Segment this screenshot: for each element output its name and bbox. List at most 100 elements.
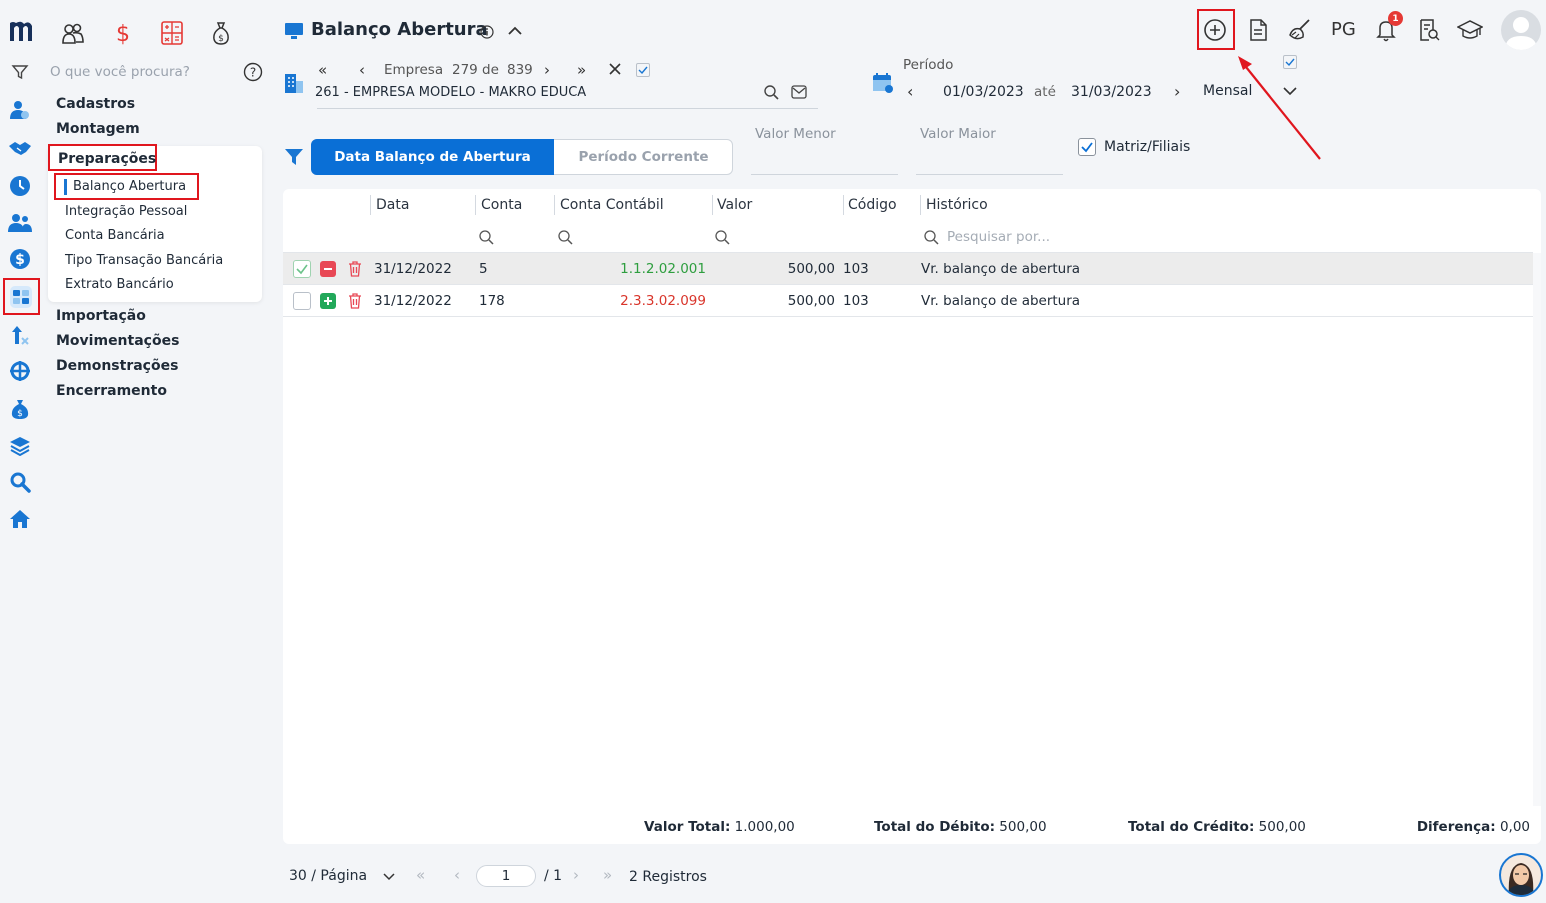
vertical-scrollbar[interactable]	[1533, 253, 1541, 806]
matriz-label[interactable]: Matriz/Filiais	[1104, 139, 1190, 155]
first-company-button[interactable]: «	[318, 61, 327, 79]
prev-company-button[interactable]: ‹	[359, 61, 365, 79]
debit-minus-icon[interactable]	[320, 261, 336, 277]
home-icon[interactable]	[8, 507, 32, 531]
help-icon[interactable]: ?	[243, 62, 263, 82]
column-header-valor[interactable]: Valor	[717, 197, 752, 213]
prev-page-button[interactable]: ‹	[454, 866, 460, 884]
menu-montagem[interactable]: Montagem	[56, 121, 140, 137]
trash-icon[interactable]	[348, 292, 362, 309]
close-icon[interactable]	[608, 62, 622, 76]
document-icon[interactable]	[1245, 17, 1271, 43]
chevron-up-icon[interactable]	[506, 24, 524, 38]
menu-importacao[interactable]: Importação	[56, 308, 146, 324]
menu-encerramento[interactable]: Encerramento	[56, 383, 167, 399]
trash-icon[interactable]	[348, 260, 362, 277]
filter-icon[interactable]	[284, 147, 304, 167]
cell-date: 31/12/2022	[374, 261, 452, 277]
row-checkbox[interactable]	[293, 260, 311, 278]
calendar-icon	[872, 72, 894, 94]
chevron-down-icon[interactable]	[1282, 86, 1298, 96]
submenu-item-integracao-pessoal[interactable]: Integração Pessoal	[65, 204, 187, 219]
max-value-input[interactable]	[916, 174, 1063, 175]
graduation-cap-icon[interactable]	[1457, 17, 1483, 43]
column-header-codigo[interactable]: Código	[848, 197, 897, 213]
next-period-button[interactable]: ›	[1174, 82, 1180, 101]
column-filter-valor-icon[interactable]	[714, 229, 730, 245]
submenu-item-extrato-bancario[interactable]: Extrato Bancário	[65, 277, 174, 292]
mail-icon[interactable]	[791, 85, 807, 99]
page-input[interactable]: 1	[476, 865, 536, 887]
assistant-avatar[interactable]	[1499, 853, 1543, 897]
column-filter-conta-contabil-icon[interactable]	[557, 229, 573, 245]
submenu-item-tipo-transacao[interactable]: Tipo Transação Bancária	[65, 253, 223, 268]
prev-period-button[interactable]: ‹	[907, 82, 913, 101]
search-icon[interactable]	[8, 470, 32, 494]
broom-icon[interactable]	[1287, 17, 1313, 43]
column-header-historico[interactable]: Histórico	[926, 197, 988, 213]
info-icon[interactable]	[480, 25, 494, 39]
chevron-down-icon[interactable]	[382, 872, 396, 882]
credit-plus-icon[interactable]	[320, 293, 336, 309]
matriz-checkbox[interactable]	[1078, 138, 1096, 156]
column-filter-conta-icon[interactable]	[478, 229, 494, 245]
column-header-conta[interactable]: Conta	[481, 197, 522, 213]
filter-icon[interactable]	[8, 60, 32, 84]
dollar-icon[interactable]: $	[113, 20, 133, 46]
table-row[interactable]: 31/12/2022 178 2.3.3.02.099 500,00 103 V…	[283, 285, 1533, 317]
layers-icon[interactable]	[8, 434, 32, 458]
min-value-input[interactable]	[751, 174, 898, 175]
page-total: / 1	[544, 868, 563, 884]
search-document-icon[interactable]	[1416, 17, 1442, 43]
period-checkbox[interactable]	[1283, 55, 1297, 69]
next-page-button[interactable]: ›	[573, 866, 579, 884]
submenu-item-balanco-abertura[interactable]: Balanço Abertura	[73, 179, 186, 194]
dollar-coin-icon[interactable]: $	[8, 247, 32, 271]
accounting-module-icon[interactable]	[9, 285, 33, 309]
calculator-icon[interactable]	[161, 21, 183, 45]
menu-movimentacoes[interactable]: Movimentações	[56, 333, 179, 349]
submenu-item-conta-bancaria[interactable]: Conta Bancária	[65, 228, 165, 243]
column-separator	[554, 195, 555, 215]
row-checkbox[interactable]	[293, 292, 311, 310]
handshake-icon[interactable]	[8, 136, 32, 160]
clock-icon[interactable]	[8, 174, 32, 198]
column-filter-historico-icon[interactable]	[923, 229, 939, 245]
globe-gear-icon[interactable]	[8, 359, 32, 383]
user-register-icon[interactable]	[8, 98, 32, 122]
menu-demonstracoes[interactable]: Demonstrações	[56, 358, 178, 374]
historico-search-input[interactable]: Pesquisar por...	[947, 229, 1050, 245]
people-icon[interactable]	[8, 211, 32, 235]
search-icon[interactable]	[763, 84, 779, 100]
next-company-button[interactable]: ›	[544, 61, 550, 79]
column-separator	[475, 195, 476, 215]
frequency-select[interactable]: Mensal	[1203, 83, 1252, 99]
app-logo[interactable]	[8, 20, 36, 44]
period-start[interactable]: 01/03/2023	[943, 84, 1024, 100]
menu-cadastros[interactable]: Cadastros	[56, 96, 135, 112]
per-page-select[interactable]: 30 / Página	[289, 868, 367, 884]
cell-history: Vr. balanço de abertura	[921, 261, 1081, 277]
people-icon[interactable]	[61, 20, 85, 46]
pg-label[interactable]: PG	[1331, 19, 1356, 40]
chart-arrow-icon[interactable]	[8, 323, 32, 347]
column-header-conta-contabil[interactable]: Conta Contábil	[560, 197, 664, 213]
add-circle-icon[interactable]	[1202, 17, 1228, 43]
last-company-button[interactable]: »	[577, 61, 586, 79]
first-page-button[interactable]: «	[416, 866, 425, 884]
money-bag-icon[interactable]: $	[211, 20, 231, 46]
avatar[interactable]	[1501, 10, 1541, 50]
search-input[interactable]: O que você procura?	[50, 64, 190, 80]
company-name[interactable]: 261 - EMPRESA MODELO - MAKRO EDUCA	[315, 85, 586, 100]
icon-rail: $ $	[0, 0, 42, 903]
tab-periodo-corrente[interactable]: Período Corrente	[554, 139, 733, 175]
column-header-data[interactable]: Data	[376, 197, 409, 213]
money-bag-icon[interactable]: $	[8, 397, 32, 421]
last-page-button[interactable]: »	[603, 866, 612, 884]
company-nav-label: Empresa	[384, 62, 444, 78]
tab-data-balanco[interactable]: Data Balanço de Abertura	[311, 139, 554, 175]
period-end[interactable]: 31/03/2023	[1071, 84, 1152, 100]
menu-preparacoes[interactable]: Preparações	[58, 151, 156, 167]
company-checkbox[interactable]	[636, 63, 650, 77]
table-row[interactable]: 31/12/2022 5 1.1.2.02.001 500,00 103 Vr.…	[283, 253, 1533, 285]
